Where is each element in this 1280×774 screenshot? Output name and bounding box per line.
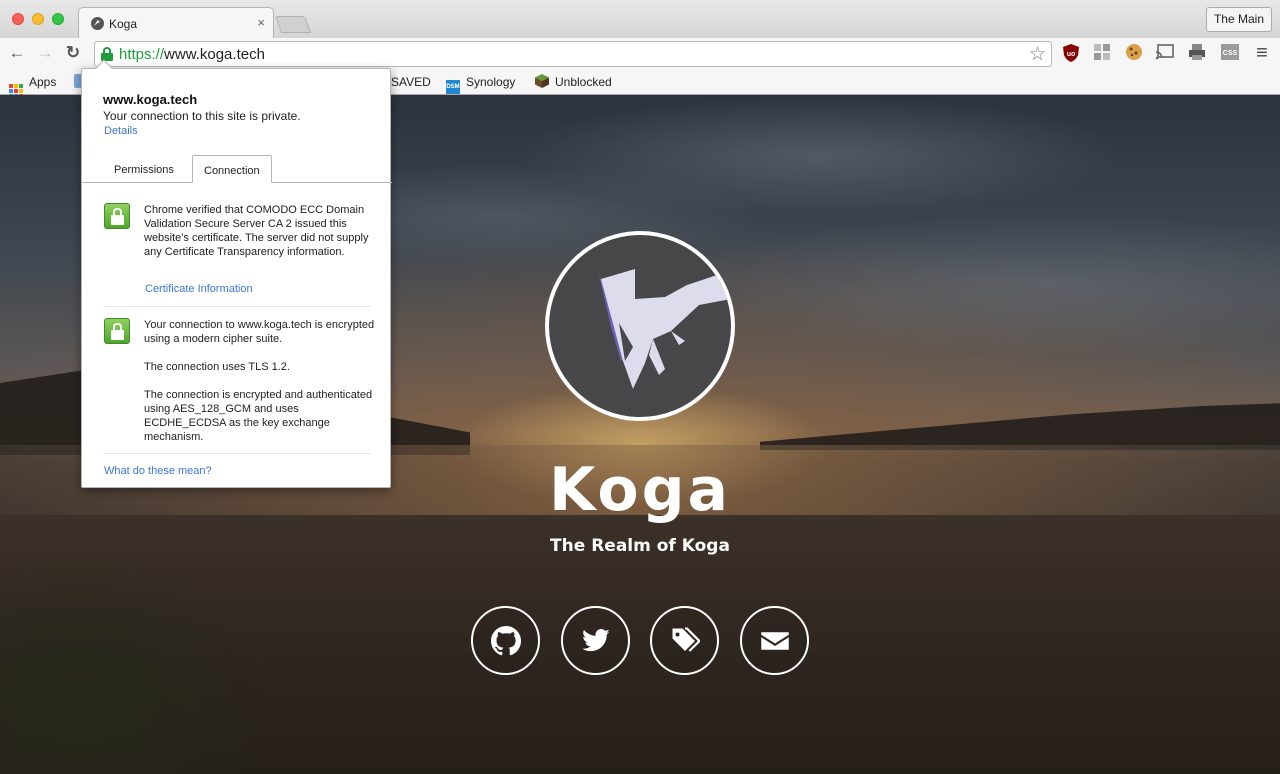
tab-close-icon[interactable]: × [257, 15, 265, 30]
bookmark-unblocked[interactable]: Unblocked [535, 74, 612, 90]
new-tab-button[interactable] [274, 16, 312, 33]
github-link[interactable] [471, 606, 540, 675]
url-host: www.koga.tech [164, 46, 265, 63]
popup-host: www.koga.tech [103, 92, 198, 107]
envelope-icon [760, 631, 789, 650]
verified-lock-icon [104, 203, 130, 229]
section-divider [103, 453, 371, 454]
ublock-icon[interactable]: uo [1061, 43, 1081, 63]
site-title: Koga [548, 455, 732, 525]
grid-icon[interactable] [1092, 43, 1112, 63]
details-link[interactable]: Details [104, 125, 138, 137]
section-divider [103, 306, 371, 307]
bookmark-label: Unblocked [555, 75, 612, 89]
reload-button[interactable]: ↻ [62, 42, 84, 64]
bookmark-synology[interactable]: DSM Synology [446, 74, 516, 94]
minecraft-block-icon [535, 74, 549, 88]
email-link[interactable] [740, 606, 809, 675]
back-button[interactable]: ← [6, 42, 28, 64]
help-link[interactable]: What do these mean? [104, 465, 212, 477]
bookmark-apps[interactable]: Apps [9, 74, 57, 98]
tab-title: Koga [109, 17, 138, 31]
koga-favicon-icon [91, 17, 104, 30]
site-info-popup: www.koga.tech Your connection to this si… [81, 59, 392, 488]
tag-icon [672, 626, 700, 652]
tab-strip: Koga × The Main [0, 0, 1280, 38]
tab-permissions[interactable]: Permissions [103, 155, 185, 183]
private-connection-message: Your connection to this site is private. [103, 109, 301, 123]
cast-icon[interactable] [1155, 43, 1175, 63]
printer-icon[interactable] [1187, 43, 1207, 63]
url-scheme: https:// [119, 46, 165, 63]
bookmark-saved[interactable]: SAVED [391, 74, 431, 90]
close-window-button[interactable] [12, 13, 24, 25]
tags-link[interactable] [650, 606, 719, 675]
forward-button[interactable]: → [34, 42, 56, 64]
url-text[interactable]: https://www.koga.tech [119, 46, 265, 63]
twitter-icon [581, 628, 610, 651]
certificate-information-link[interactable]: Certificate Information [145, 283, 253, 295]
key-exchange-text: The connection is encrypted and authenti… [144, 389, 373, 443]
dragon-logo-icon [599, 269, 731, 389]
zoom-window-button[interactable] [52, 13, 64, 25]
site-tagline: The Realm of Koga [550, 536, 730, 556]
tls-version-text: The connection uses TLS 1.2. [144, 361, 290, 373]
profile-button[interactable]: The Main [1205, 7, 1272, 32]
address-bar[interactable]: https://www.koga.tech ☆ [94, 41, 1052, 67]
bookmark-label: SAVED [391, 75, 431, 89]
koga-logo [545, 231, 735, 421]
tab-connection[interactable]: Connection [192, 155, 272, 183]
css-icon[interactable]: CSS [1220, 43, 1240, 63]
encryption-lock-icon [104, 318, 130, 344]
svg-text:uo: uo [1067, 51, 1076, 58]
cipher-suite-text: Your connection to www.koga.tech is encr… [144, 319, 375, 345]
bookmark-star-icon[interactable]: ☆ [1029, 43, 1046, 66]
menu-icon[interactable]: ≡ [1252, 43, 1272, 63]
encryption-info: Your connection to www.koga.tech is encr… [144, 318, 376, 444]
github-icon [490, 625, 521, 655]
toolbar: ← → ↻ https://www.koga.tech ☆ uo CSS ≡ [0, 38, 1280, 70]
certificate-info-text: Chrome verified that COMODO ECC Domain V… [144, 204, 369, 258]
minimize-window-button[interactable] [32, 13, 44, 25]
twitter-link[interactable] [561, 606, 630, 675]
synology-dsm-icon: DSM [446, 80, 460, 94]
bookmark-label: Apps [29, 75, 57, 89]
tab-koga[interactable]: Koga × [78, 7, 274, 38]
cookie-icon[interactable] [1124, 43, 1144, 63]
bookmark-label: Synology [466, 75, 516, 89]
svg-text:CSS: CSS [1223, 50, 1238, 57]
